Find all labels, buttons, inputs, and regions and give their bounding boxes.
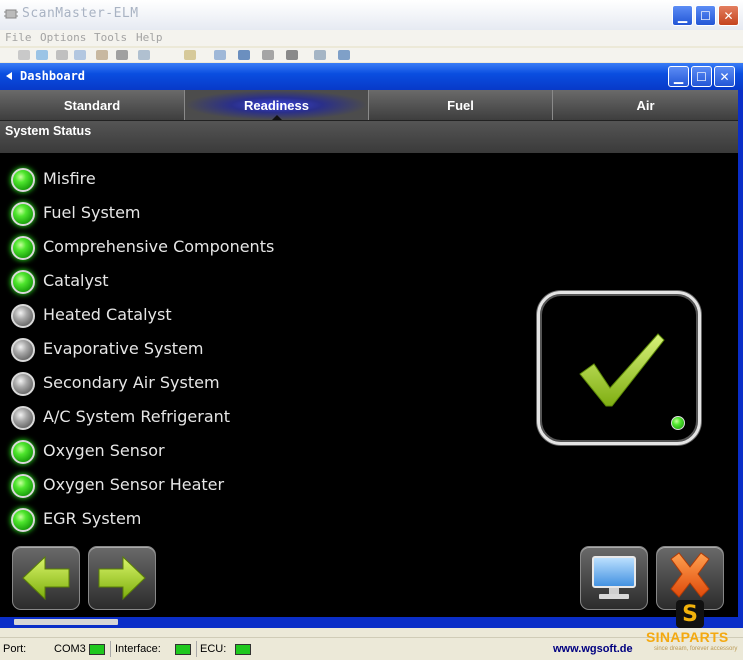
status-led-icon <box>11 338 35 362</box>
readiness-result-panel <box>537 291 701 445</box>
close-icon: ✕ <box>723 8 734 23</box>
dashboard-title: Dashboard <box>20 69 86 83</box>
status-divider <box>196 641 197 657</box>
dashboard-maximize-button[interactable]: ☐ <box>691 66 712 87</box>
toolbar-print-icon[interactable] <box>116 50 128 60</box>
status-led-icon <box>11 406 35 430</box>
status-label: Evaporative System <box>43 339 204 358</box>
monitor-icon <box>592 556 636 599</box>
maximize-icon: ☐ <box>700 8 711 23</box>
dashboard-titlebar: Dashboard ▁ ☐ ✕ <box>0 63 743 90</box>
toolbar-clipboard-icon[interactable] <box>184 50 196 60</box>
horizontal-scrollbar[interactable] <box>14 619 118 625</box>
maximize-icon: ☐ <box>696 69 707 84</box>
tab-bar: Standard Readiness Fuel Air <box>0 90 738 121</box>
status-label: Heated Catalyst <box>43 305 172 324</box>
status-label: Oxygen Sensor <box>43 441 165 460</box>
status-divider <box>110 641 111 657</box>
dashboard-window: Dashboard ▁ ☐ ✕ Standard Readiness Fuel … <box>0 63 743 628</box>
tab-label: Air <box>636 97 655 113</box>
dashboard-minimize-button[interactable]: ▁ <box>668 66 689 87</box>
section-title: System Status <box>5 124 92 138</box>
tab-standard[interactable]: Standard <box>0 90 185 120</box>
port-value: COM3 <box>54 643 86 655</box>
chip-icon <box>4 9 18 19</box>
status-led-icon <box>11 304 35 328</box>
tab-label: Readiness <box>243 97 310 113</box>
menu-help[interactable]: Help <box>136 31 163 44</box>
tab-air[interactable]: Air <box>553 90 738 120</box>
minimize-button[interactable]: ▁ <box>672 5 693 26</box>
logo-brand: SINAPARTS <box>646 629 729 645</box>
tab-label: Fuel <box>447 97 474 113</box>
toolbar-tool-icon[interactable] <box>18 50 30 60</box>
status-led-icon <box>11 202 35 226</box>
result-led-icon <box>671 416 685 430</box>
status-label: Secondary Air System <box>43 373 220 392</box>
status-led-icon <box>11 474 35 498</box>
ecu-indicator-icon <box>235 644 251 655</box>
minimize-icon: ▁ <box>673 69 684 84</box>
status-label: EGR System <box>43 509 142 528</box>
status-bar: Port: COM3 Interface: ECU: www.wgsoft.de <box>0 637 743 660</box>
status-led-icon <box>11 270 35 294</box>
back-arrow-icon <box>22 555 70 601</box>
toolbar-stop-icon[interactable] <box>286 50 298 60</box>
minimize-icon: ▁ <box>677 8 688 23</box>
ecu-label: ECU: <box>200 643 227 655</box>
toolbar-monitor-icon[interactable] <box>238 50 250 60</box>
status-led-icon <box>11 440 35 464</box>
dashboard-arrow-icon <box>6 72 12 80</box>
interface-indicator-icon <box>175 644 191 655</box>
status-label: Oxygen Sensor Heater <box>43 475 225 494</box>
close-icon: ✕ <box>719 69 730 84</box>
interface-label: Interface: <box>115 643 161 655</box>
monitor-button[interactable] <box>580 546 648 610</box>
logo-letter: S <box>676 600 704 628</box>
toolbar-disk-icon[interactable] <box>262 50 274 60</box>
toolbar-window-icon[interactable] <box>214 50 226 60</box>
toolbar-chart-icon[interactable] <box>96 50 108 60</box>
checkmark-icon <box>579 333 665 407</box>
tab-fuel[interactable]: Fuel <box>369 90 553 120</box>
toolbar-globe-icon[interactable] <box>36 50 48 60</box>
active-tab-caret-icon <box>271 115 282 120</box>
port-label: Port: <box>3 643 27 655</box>
close-button[interactable]: ✕ <box>718 5 739 26</box>
forward-button[interactable] <box>88 546 156 610</box>
menu-file[interactable]: File <box>5 31 32 44</box>
tab-readiness[interactable]: Readiness <box>185 90 369 120</box>
dashboard-close-button[interactable]: ✕ <box>714 66 735 87</box>
status-label: Fuel System <box>43 203 141 222</box>
maximize-button[interactable]: ☐ <box>695 5 716 26</box>
tab-label: Standard <box>63 97 121 113</box>
dashboard-content: Standard Readiness Fuel Air System Statu… <box>0 90 738 617</box>
menu-options[interactable]: Options <box>40 31 86 44</box>
app-titlebar: ScanMaster-ELM ▁ ☐ ✕ <box>0 0 743 30</box>
status-led-icon <box>11 168 35 192</box>
watermark-logo: S SINAPARTS since dream, forever accesso… <box>646 600 743 659</box>
toolbar-doc-icon[interactable] <box>56 50 68 60</box>
status-led-icon <box>11 508 35 532</box>
menu-tools[interactable]: Tools <box>94 31 127 44</box>
toolbar <box>0 48 743 62</box>
toolbar-gear-icon[interactable] <box>138 50 150 60</box>
status-label: A/C System Refrigerant <box>43 407 231 426</box>
forward-arrow-icon <box>98 555 146 601</box>
logo-tagline: since dream, forever accessory <box>654 646 738 652</box>
port-indicator-icon <box>89 644 105 655</box>
status-label: Catalyst <box>43 271 109 290</box>
app-title: ScanMaster-ELM <box>22 6 139 21</box>
toolbar-help-icon[interactable] <box>338 50 350 60</box>
status-led-icon <box>11 372 35 396</box>
back-button[interactable] <box>12 546 80 610</box>
toolbar-save-icon[interactable] <box>74 50 86 60</box>
section-header: System Status <box>0 121 738 153</box>
menu-bar: File Options Tools Help <box>0 30 743 46</box>
status-led-icon <box>11 236 35 260</box>
website-link[interactable]: www.wgsoft.de <box>553 643 633 655</box>
toolbar-info-icon[interactable] <box>314 50 326 60</box>
status-label: Misfire <box>43 169 96 188</box>
status-label: Comprehensive Components <box>43 237 275 256</box>
